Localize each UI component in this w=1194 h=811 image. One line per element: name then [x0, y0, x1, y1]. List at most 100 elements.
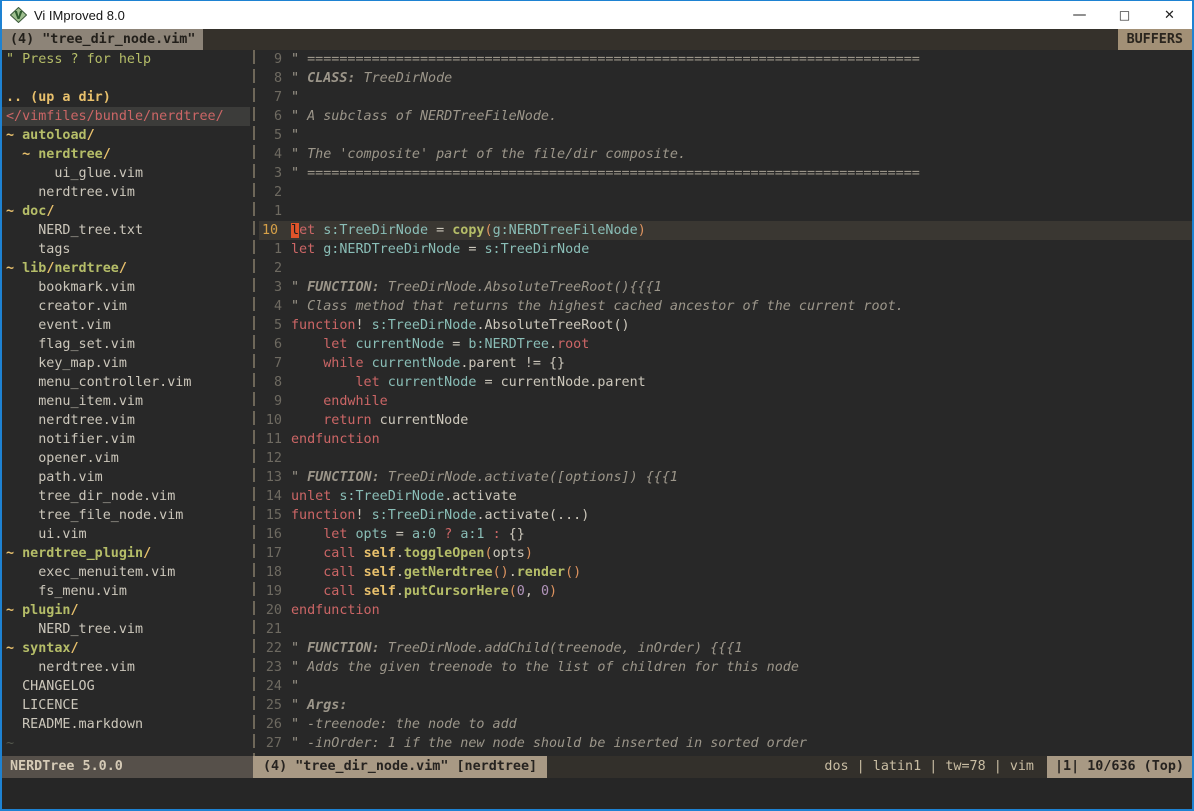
code-row[interactable]: 3" =====================================… — [259, 164, 1192, 183]
code-row[interactable]: 8" CLASS: TreeDirNode — [259, 69, 1192, 88]
line-number: 22 — [259, 639, 291, 658]
code-row-current[interactable]: 10let s:TreeDirNode = copy(g:NERDTreeFil… — [259, 221, 1192, 240]
tree-row[interactable]: NERD_tree.txt — [6, 221, 250, 240]
code-row[interactable]: 4" The 'composite' part of the file/dir … — [259, 145, 1192, 164]
maximize-button[interactable]: □ — [1102, 1, 1147, 29]
code-row[interactable]: 10 return currentNode — [259, 411, 1192, 430]
code-row[interactable]: 5function! s:TreeDirNode.AbsoluteTreeRoo… — [259, 316, 1192, 335]
tree-row[interactable]: ~ syntax/ — [6, 639, 250, 658]
code-row[interactable]: 2 — [259, 259, 1192, 278]
tree-row[interactable]: ~ plugin/ — [6, 601, 250, 620]
tree-row[interactable]: NERD_tree.vim — [6, 620, 250, 639]
code-row[interactable]: 1 — [259, 202, 1192, 221]
editor-code[interactable]: 9" =====================================… — [259, 50, 1192, 756]
tree-row[interactable]: tags — [6, 240, 250, 259]
code-row[interactable]: 1let g:NERDTreeDirNode = s:TreeDirNode — [259, 240, 1192, 259]
window-separator[interactable] — [250, 50, 259, 756]
window-title: Vi IMproved 8.0 — [34, 8, 125, 23]
minimize-button[interactable]: — — [1057, 1, 1102, 29]
tree-row[interactable]: README.markdown — [6, 715, 250, 734]
tree-row[interactable]: ~ nerdtree_plugin/ — [6, 544, 250, 563]
code-row[interactable]: 18 call self.getNerdtree().render() — [259, 563, 1192, 582]
code-row[interactable]: 4" Class method that returns the highest… — [259, 297, 1192, 316]
line-number: 6 — [259, 107, 291, 126]
tree-row[interactable]: tree_dir_node.vim — [6, 487, 250, 506]
code-row[interactable]: 11endfunction — [259, 430, 1192, 449]
line-number: 26 — [259, 715, 291, 734]
code-row[interactable]: 27" -inOrder: 1 if the new node should b… — [259, 734, 1192, 753]
line-number: 10 — [259, 221, 291, 240]
tree-row[interactable]: tree_file_node.vim — [6, 506, 250, 525]
line-number: 19 — [259, 582, 291, 601]
code-row[interactable]: 17 call self.toggleOpen(opts) — [259, 544, 1192, 563]
code-row[interactable]: 5" — [259, 126, 1192, 145]
line-number: 2 — [259, 183, 291, 202]
code-row[interactable]: 14unlet s:TreeDirNode.activate — [259, 487, 1192, 506]
tree-row[interactable]: ~ nerdtree/ — [6, 145, 250, 164]
tree-row[interactable]: path.vim — [6, 468, 250, 487]
tree-row[interactable]: exec_menuitem.vim — [6, 563, 250, 582]
tree-row[interactable]: nerdtree.vim — [6, 411, 250, 430]
line-number: 13 — [259, 468, 291, 487]
code-row[interactable]: 6" A subclass of NERDTreeFileNode. — [259, 107, 1192, 126]
code-row[interactable]: 7 while currentNode.parent != {} — [259, 354, 1192, 373]
tree-row[interactable]: menu_item.vim — [6, 392, 250, 411]
tree-row[interactable]: ui_glue.vim — [6, 164, 250, 183]
code-row[interactable]: 26" -treenode: the node to add — [259, 715, 1192, 734]
statusline-buffer-info: (4) "tree_dir_node.vim" [nerdtree] — [253, 756, 547, 778]
code-row[interactable]: 2 — [259, 183, 1192, 202]
close-button[interactable]: ✕ — [1147, 1, 1192, 29]
code-row[interactable]: 16 let opts = a:0 ? a:1 : {} — [259, 525, 1192, 544]
tree-row[interactable]: CHANGELOG — [6, 677, 250, 696]
code-row[interactable]: 7" — [259, 88, 1192, 107]
tree-row[interactable]: ui.vim — [6, 525, 250, 544]
code-row[interactable]: 6 let currentNode = b:NERDTree.root — [259, 335, 1192, 354]
tree-row[interactable]: fs_menu.vim — [6, 582, 250, 601]
tree-row[interactable]: opener.vim — [6, 449, 250, 468]
tree-row[interactable]: .. (up a dir) — [6, 88, 250, 107]
line-number: 12 — [259, 449, 291, 468]
tree-row[interactable]: key_map.vim — [6, 354, 250, 373]
code-row[interactable]: 23" Adds the given treenode to the list … — [259, 658, 1192, 677]
tree-row[interactable]: event.vim — [6, 316, 250, 335]
line-number: 9 — [259, 50, 291, 69]
code-row[interactable]: 21 — [259, 620, 1192, 639]
code-row[interactable]: 9 endwhile — [259, 392, 1192, 411]
code-row[interactable]: 8 let currentNode = currentNode.parent — [259, 373, 1192, 392]
code-row[interactable]: 13" FUNCTION: TreeDirNode.activate([opti… — [259, 468, 1192, 487]
tree-row[interactable]: ~ lib/nerdtree/ — [6, 259, 250, 278]
code-row[interactable]: 12 — [259, 449, 1192, 468]
tree-row[interactable]: menu_controller.vim — [6, 373, 250, 392]
code-row[interactable]: 22" FUNCTION: TreeDirNode.addChild(treen… — [259, 639, 1192, 658]
nerdtree-panel[interactable]: " Press ? for help .. (up a dir)</vimfile… — [2, 50, 250, 756]
code-row[interactable]: 9" =====================================… — [259, 50, 1192, 69]
code-row[interactable]: 20endfunction — [259, 601, 1192, 620]
tree-row[interactable]: ~ doc/ — [6, 202, 250, 221]
code-row[interactable]: 24" — [259, 677, 1192, 696]
tree-row[interactable]: creator.vim — [6, 297, 250, 316]
tree-row[interactable] — [6, 69, 250, 88]
line-number: 8 — [259, 373, 291, 392]
tree-row[interactable]: notifier.vim — [6, 430, 250, 449]
line-number: 6 — [259, 335, 291, 354]
line-number: 24 — [259, 677, 291, 696]
tree-row[interactable]: nerdtree.vim — [6, 658, 250, 677]
code-row[interactable]: 25" Args: — [259, 696, 1192, 715]
code-row[interactable]: 15function! s:TreeDirNode.activate(...) — [259, 506, 1192, 525]
tree-row[interactable]: LICENCE — [6, 696, 250, 715]
tree-row[interactable]: ~ — [6, 734, 250, 753]
line-number: 1 — [259, 240, 291, 259]
tree-row[interactable]: nerdtree.vim — [6, 183, 250, 202]
tree-row[interactable]: bookmark.vim — [6, 278, 250, 297]
tree-row[interactable]: ~ autoload/ — [6, 126, 250, 145]
line-number: 4 — [259, 297, 291, 316]
line-number: 5 — [259, 316, 291, 335]
tree-row[interactable]: " Press ? for help — [6, 50, 250, 69]
tab-active[interactable]: (4) "tree_dir_node.vim" — [2, 29, 203, 50]
tree-row-selected[interactable]: </vimfiles/bundle/nerdtree/ — [2, 107, 250, 126]
line-number: 27 — [259, 734, 291, 753]
command-line — [2, 778, 1192, 809]
code-row[interactable]: 19 call self.putCursorHere(0, 0) — [259, 582, 1192, 601]
code-row[interactable]: 3" FUNCTION: TreeDirNode.AbsoluteTreeRoo… — [259, 278, 1192, 297]
tree-row[interactable]: flag_set.vim — [6, 335, 250, 354]
